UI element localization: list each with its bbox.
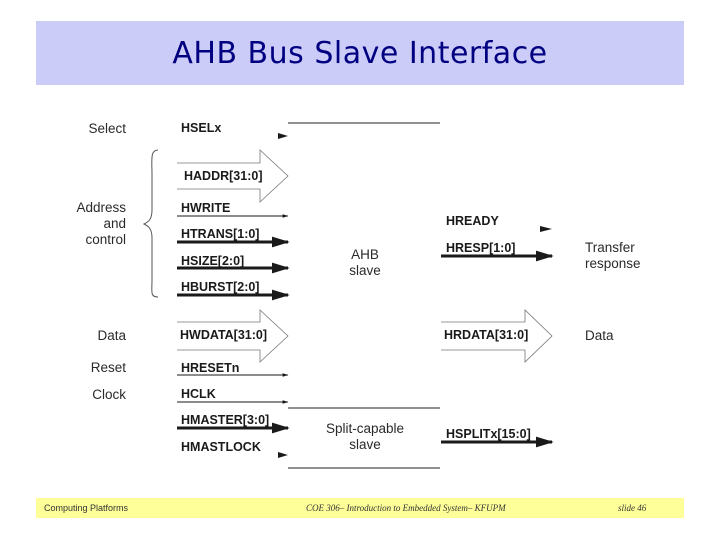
clock-label: Clock — [92, 387, 126, 402]
hresetn-signal: HRESETn — [181, 361, 240, 375]
footer-slide-number: slide 46 — [618, 503, 647, 513]
hsize-signal: HSIZE[2:0] — [181, 254, 245, 268]
hmastlock-signal: HMASTLOCK — [181, 440, 261, 454]
split-slave-block-label: Split-capable slave — [305, 421, 425, 453]
hburst-signal: HBURST[2:0] — [181, 280, 260, 294]
address-control-line-2: and — [103, 216, 126, 231]
ahb-slave-line-2: slave — [349, 263, 381, 278]
hmaster-signal: HMASTER[3:0] — [181, 413, 270, 427]
htrans-signal: HTRANS[1:0] — [181, 227, 260, 241]
hsplit-signal: HSPLITx[15:0] — [446, 427, 531, 441]
transfer-response-line-1: Transfer — [585, 240, 635, 255]
transfer-response-label: Transfer response — [585, 240, 641, 272]
ahb-slave-block-label: AHB slave — [330, 247, 400, 279]
select-label: Select — [88, 121, 126, 136]
ahb-slave-diagram: Select Address and control Data Reset Cl… — [0, 0, 720, 540]
reset-label: Reset — [90, 360, 126, 375]
split-slave-line-1: Split-capable — [325, 421, 405, 436]
hresp-signal: HRESP[1:0] — [446, 241, 516, 255]
footer-bar: Computing Platforms COE 306– Introductio… — [36, 498, 684, 518]
hready-arrowhead — [540, 226, 552, 232]
hwdata-signal: HWDATA[31:0] — [180, 328, 268, 342]
footer-course-topic: Computing Platforms — [44, 503, 129, 513]
hrdata-signal: HRDATA[31:0] — [444, 328, 529, 342]
transfer-response-line-2: response — [585, 256, 641, 271]
data-in-label: Data — [97, 328, 126, 343]
address-control-label: Address and control — [50, 200, 126, 248]
hsel-arrowhead — [278, 133, 288, 139]
hready-signal: HREADY — [446, 214, 499, 228]
address-control-line-1: Address — [76, 200, 126, 215]
split-slave-line-2: slave — [349, 437, 381, 452]
hwrite-signal: HWRITE — [181, 201, 231, 215]
ahb-slave-line-1: AHB — [351, 247, 379, 262]
address-control-line-3: control — [85, 232, 126, 247]
data-out-label: Data — [585, 328, 614, 343]
hclk-signal: HCLK — [181, 387, 216, 401]
hmastlock-arrowhead — [278, 452, 288, 458]
hsel-signal: HSELx — [181, 121, 222, 135]
address-control-brace — [142, 149, 159, 298]
haddr-signal: HADDR[31:0] — [184, 169, 263, 183]
footer-course-title: COE 306– Introduction to Embedded System… — [306, 503, 506, 513]
